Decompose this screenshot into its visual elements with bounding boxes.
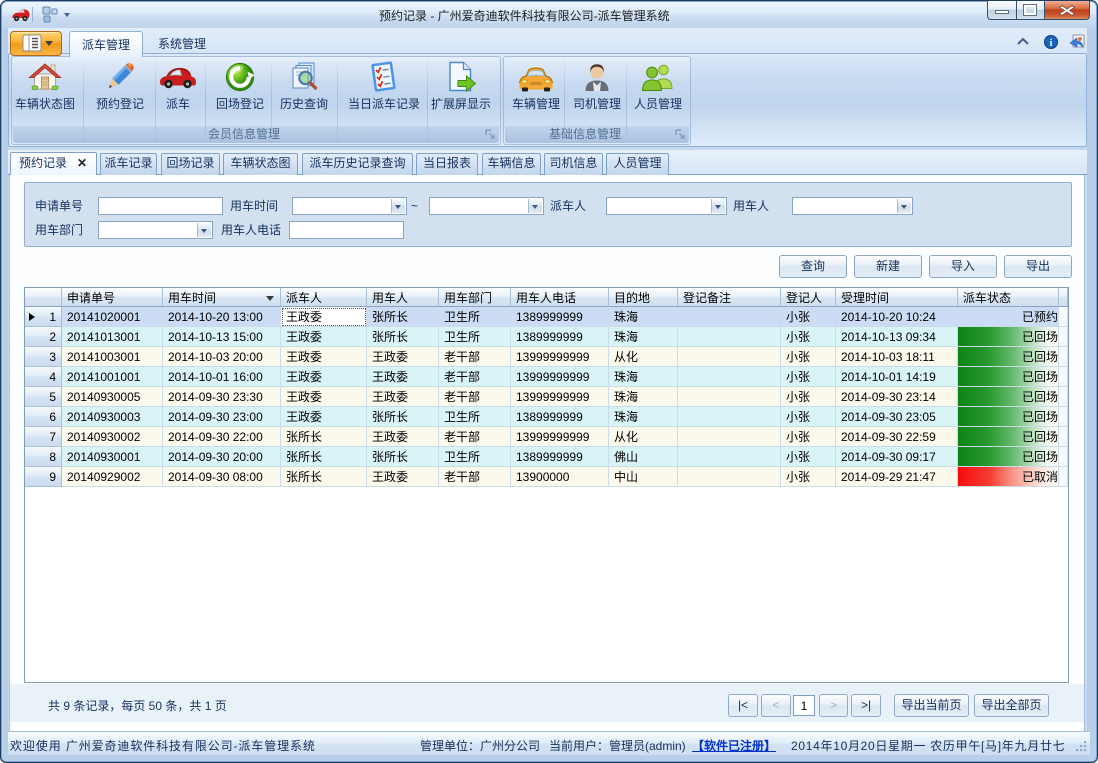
svg-text:i: i	[1050, 38, 1053, 49]
